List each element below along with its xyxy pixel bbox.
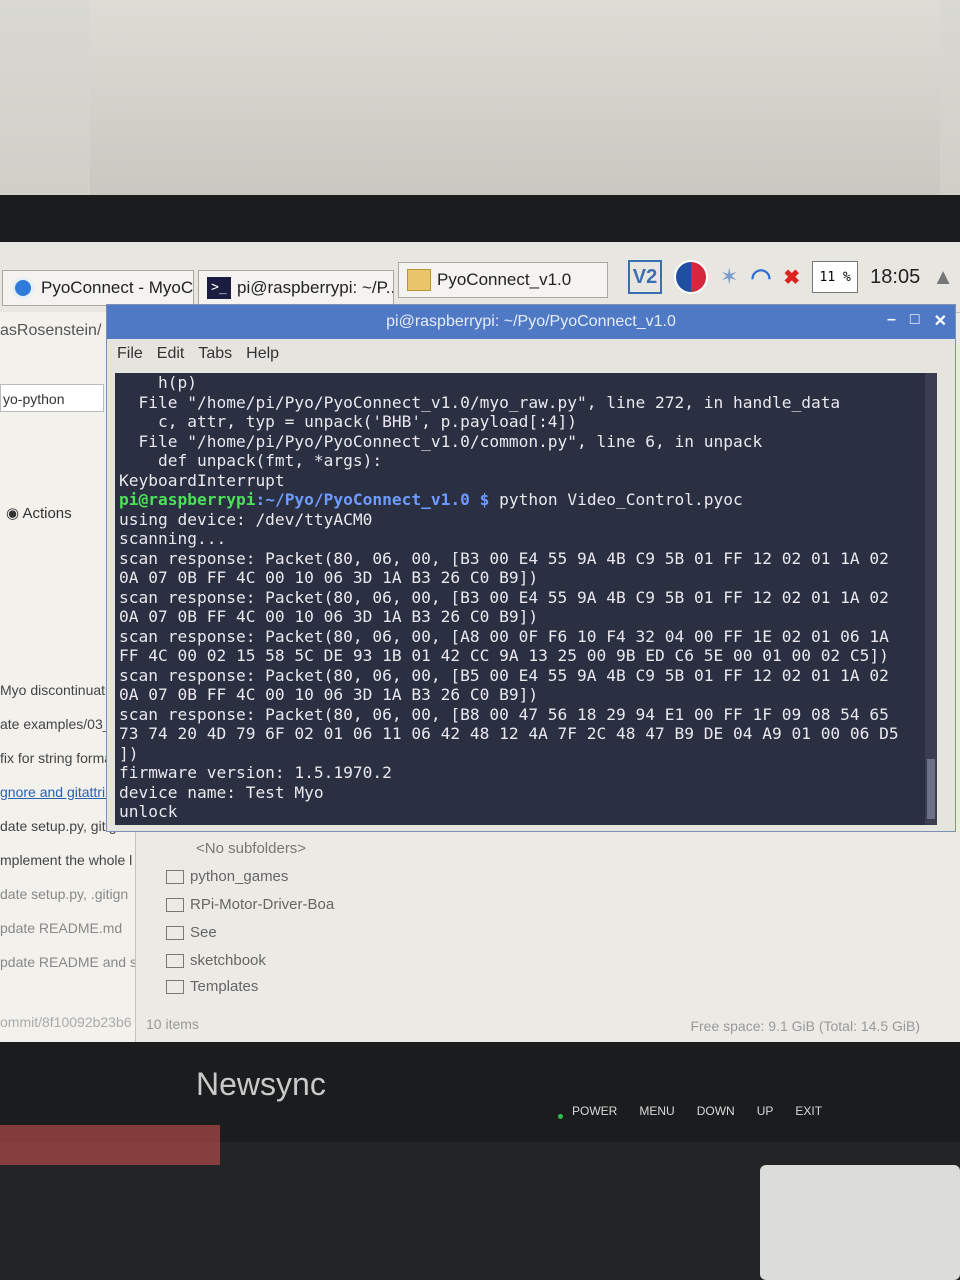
desk-device	[760, 1165, 960, 1280]
folder-icon	[407, 268, 431, 292]
command-text: python Video_Control.pyoc	[489, 490, 743, 509]
folder-name: python_games	[190, 868, 289, 885]
menu-tabs[interactable]: Tabs	[198, 345, 232, 363]
folder-item[interactable]: sketchbook	[166, 952, 266, 969]
taskbar-item-label: pi@raspberrypi: ~/P...	[237, 278, 394, 297]
taskbar-item-label: PyoConnect_v1.0	[437, 270, 572, 289]
terminal-text: h(p) File "/home/pi/Pyo/PyoConnect_v1.0/…	[119, 373, 899, 822]
terminal-output[interactable]: h(p) File "/home/pi/Pyo/PyoConnect_v1.0/…	[115, 373, 937, 825]
monitor-brand-logo: Newsync	[196, 1066, 326, 1102]
window-controls: – □ ✕	[887, 311, 947, 331]
folder-icon	[166, 925, 184, 940]
commit-hash[interactable]: ommit/8f10092b23b6	[0, 1014, 132, 1030]
folder-name: See	[190, 924, 217, 941]
commit-message[interactable]: pdate README.md	[0, 920, 135, 954]
terminal-icon: >_	[207, 276, 231, 300]
actions-label: Actions	[22, 505, 72, 522]
down-button[interactable]: DOWN	[697, 1104, 735, 1118]
minimize-icon[interactable]: –	[887, 311, 896, 331]
play-circle-icon: ◉	[6, 505, 20, 522]
eject-icon[interactable]: ▲	[932, 264, 954, 290]
folder-item[interactable]: python_games	[166, 868, 288, 885]
monitor-controls: POWER MENU DOWN UP EXIT	[572, 1104, 822, 1118]
file-manager-pane: <No subfolders> python_games RPi-Motor-D…	[140, 832, 960, 1042]
up-button[interactable]: UP	[757, 1104, 774, 1118]
power-led	[558, 1114, 563, 1119]
folder-item[interactable]: See	[166, 924, 217, 941]
taskbar-item-filemanager[interactable]: PyoConnect_v1.0	[398, 262, 608, 298]
folder-name: Templates	[190, 978, 259, 995]
power-button[interactable]: POWER	[572, 1104, 617, 1118]
commit-message[interactable]: date setup.py, .gitign	[0, 886, 135, 920]
taskbar-item-label: PyoConnect - MyoC...	[41, 278, 194, 297]
terminal-window: pi@raspberrypi: ~/Pyo/PyoConnect_v1.0 – …	[106, 304, 956, 832]
taskbar-item-terminal[interactable]: >_ pi@raspberrypi: ~/P...	[198, 270, 394, 306]
traceback-lines: h(p) File "/home/pi/Pyo/PyoConnect_v1.0/…	[119, 373, 841, 490]
bluetooth-icon[interactable]: ✶	[720, 264, 738, 290]
item-count: 10 items	[146, 1016, 199, 1032]
repo-path-box[interactable]: yo-python	[0, 384, 104, 412]
folder-icon	[166, 979, 184, 994]
terminal-menubar: File Edit Tabs Help	[107, 339, 955, 369]
input-method-icon[interactable]	[674, 260, 708, 294]
actions-tab[interactable]: ◉ Actions	[6, 504, 72, 522]
wifi-icon[interactable]: ◠	[750, 263, 771, 292]
folder-icon	[166, 953, 184, 968]
output-lines: using device: /dev/ttyACM0 scanning... s…	[119, 509, 899, 822]
folder-name: RPi-Motor-Driver-Boa	[190, 896, 335, 913]
taskbar-item-chrome[interactable]: PyoConnect - MyoC...	[2, 270, 194, 306]
prompt-user: pi@raspberrypi	[119, 490, 256, 509]
commit-message[interactable]: mplement the whole l	[0, 852, 135, 886]
repo-title: asRosenstein/	[0, 322, 102, 339]
volume-muted-icon[interactable]: ✖	[783, 265, 800, 290]
paper-on-desk	[0, 1125, 220, 1165]
menu-help[interactable]: Help	[246, 345, 279, 363]
close-icon[interactable]: ✕	[934, 311, 947, 331]
terminal-scrollbar[interactable]	[925, 373, 937, 825]
menu-button[interactable]: MENU	[639, 1104, 674, 1118]
menu-file[interactable]: File	[117, 345, 143, 363]
chrome-icon	[11, 276, 35, 300]
exit-button[interactable]: EXIT	[795, 1104, 822, 1118]
scroll-thumb[interactable]	[927, 759, 935, 819]
terminal-titlebar[interactable]: pi@raspberrypi: ~/Pyo/PyoConnect_v1.0 – …	[107, 305, 955, 339]
folder-icon	[166, 897, 184, 912]
clock[interactable]: 18:05	[870, 266, 920, 289]
folder-item[interactable]: Templates	[166, 978, 258, 995]
folder-name: sketchbook	[190, 952, 266, 969]
cpu-monitor[interactable]: 11 %	[812, 261, 859, 293]
commit-message[interactable]: pdate README and se	[0, 954, 135, 988]
free-space: Free space: 9.1 GiB (Total: 14.5 GiB)	[690, 1018, 920, 1034]
no-subfolders-label: <No subfolders>	[196, 840, 307, 857]
menu-edit[interactable]: Edit	[157, 345, 185, 363]
status-bar: ommit/8f10092b23b6 10 items Free space: …	[0, 1012, 960, 1042]
folder-icon	[166, 869, 184, 884]
maximize-icon[interactable]: □	[910, 311, 920, 331]
window-title: pi@raspberrypi: ~/Pyo/PyoConnect_v1.0	[386, 313, 676, 330]
screen: PyoConnect - MyoC... >_ pi@raspberrypi: …	[0, 242, 960, 1042]
folder-item[interactable]: RPi-Motor-Driver-Boa	[166, 896, 334, 913]
system-tray: V2 ✶ ◠ ✖ 11 % 18:05 ▲	[628, 252, 960, 302]
taskbar: PyoConnect - MyoC... >_ pi@raspberrypi: …	[0, 242, 960, 313]
wall-panel	[90, 0, 940, 200]
prompt-path: :~/Pyo/PyoConnect_v1.0 $	[255, 490, 490, 509]
vnc-icon[interactable]: V2	[628, 260, 662, 294]
